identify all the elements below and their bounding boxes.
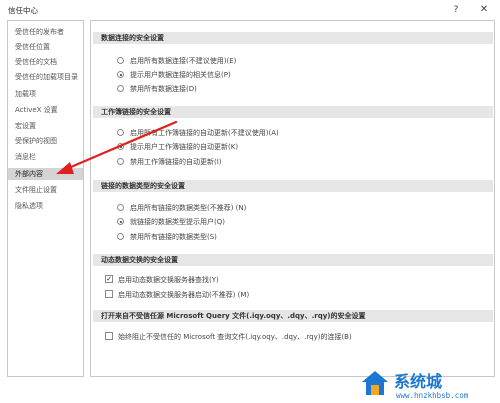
watermark-url: www.hnzkhbsb.com (396, 391, 469, 400)
annotation-arrow-icon (56, 120, 178, 174)
site-watermark: 系统城 www.hnzkhbsb.com (360, 366, 500, 403)
watermark-title: 系统城 (394, 372, 443, 391)
house-logo-icon (362, 371, 388, 395)
